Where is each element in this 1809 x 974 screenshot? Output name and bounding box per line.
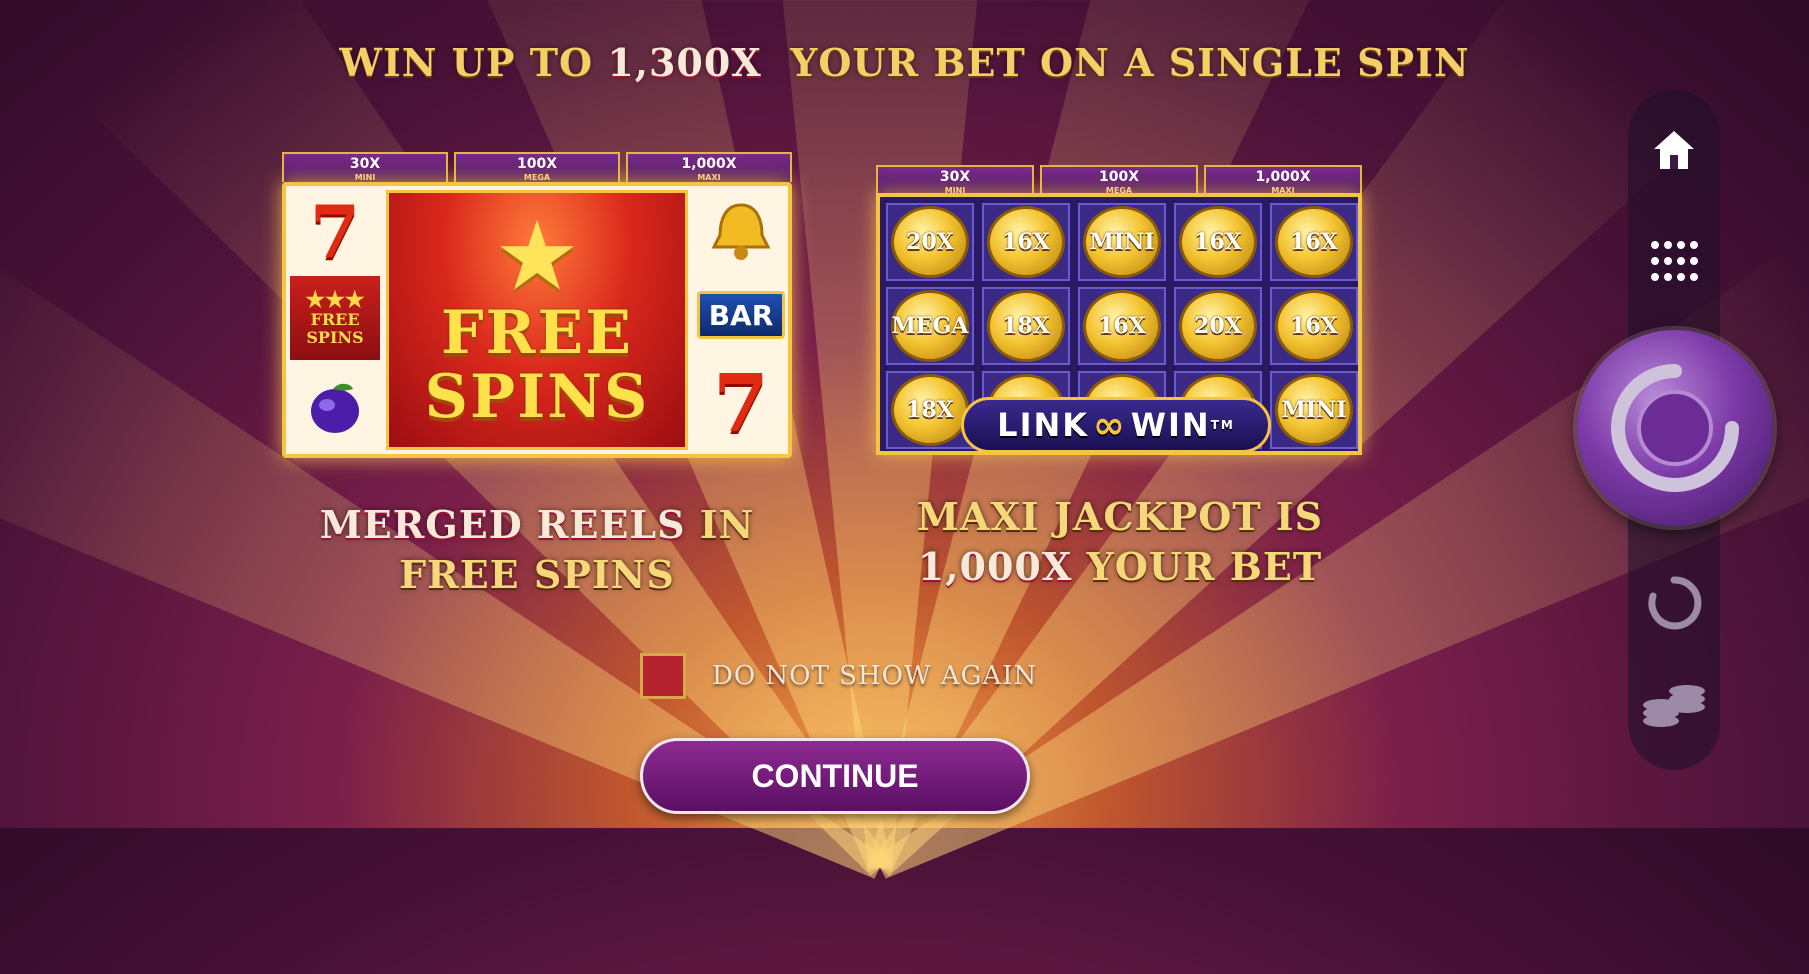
bell-icon (694, 190, 788, 274)
grid-cell: 16X (1270, 203, 1358, 281)
spin-button[interactable] (1577, 330, 1773, 526)
link-and-win-preview: 30X MINI 100X MEGA 1,000X MAXI 20X 16X M… (876, 165, 1362, 455)
coin: 16X (1179, 206, 1257, 278)
home-icon[interactable] (1628, 125, 1720, 175)
spins-label: SPINS (306, 328, 364, 347)
coin: 20X (1179, 290, 1257, 362)
grid-cell: MEGA (886, 287, 974, 365)
jackpot-mini-tab: 30X MINI (876, 165, 1034, 195)
coin: 16X (987, 206, 1065, 278)
grid-cell: 18X (886, 371, 974, 449)
plum-icon (290, 364, 380, 450)
grid-cell: 16X (1078, 287, 1166, 365)
menu-grid-icon[interactable] (1628, 236, 1720, 286)
headline: WIN UP TO 1,300X YOUR BET ON A SINGLE SP… (0, 40, 1809, 85)
grid-cell: 16X (1270, 287, 1358, 365)
jackpot-mega-tab: 100X MEGA (454, 152, 620, 182)
jackpot-maxi-tab: 1,000X MAXI (1204, 165, 1362, 195)
grid-cell: 16X (982, 203, 1070, 281)
grid-cell: 16X (1174, 203, 1262, 281)
free-spins-symbol-small: ★★★ FREE SPINS (290, 276, 380, 360)
coin: 20X (891, 206, 969, 278)
coin: 18X (987, 290, 1065, 362)
grid-cell: MINI (1078, 203, 1166, 281)
headline-pre: WIN UP TO (339, 40, 608, 85)
grid-cell: 18X (982, 287, 1070, 365)
reel-frame: 7 ★★★ FREE SPINS ★ FREE SPINS BAR 7 (282, 182, 792, 458)
coin: MINI (1275, 374, 1353, 446)
star-icon: ★ (493, 200, 581, 312)
free-label-big: FREE (441, 298, 633, 368)
jackpot-mini-tab: 30X MINI (282, 152, 448, 182)
jackpot-name: MAXI (697, 173, 721, 182)
free-spins-preview: 30X MINI 100X MEGA 1,000X MAXI 7 ★★★ FRE… (282, 152, 792, 458)
jackpot-name: MEGA (523, 173, 551, 182)
coin: 16X (1275, 206, 1353, 278)
jackpot-name: MINI (354, 173, 376, 182)
seven-symbol: 7 (309, 188, 361, 274)
coin: MINI (1083, 206, 1161, 278)
grid-cell: 20X (1174, 287, 1262, 365)
do-not-show-again[interactable]: DO NOT SHOW AGAIN (640, 652, 1037, 700)
coins-icon[interactable] (1628, 680, 1720, 730)
bar-label: BAR (697, 291, 785, 339)
caption-text: IN (685, 502, 755, 547)
star-icon: ★★★ (305, 287, 365, 313)
grid-cell: MINI (1270, 371, 1358, 449)
caption-text: YOUR BET (1072, 544, 1323, 589)
caption-highlight: MERGED REELS (319, 502, 686, 547)
logo-win-text: WIN (1130, 406, 1211, 444)
spins-label-big: SPINS (424, 362, 650, 432)
jackpot-maxi-tab: 1,000X MAXI (626, 152, 792, 182)
bar-symbol: BAR (696, 290, 786, 340)
jackpot-value: 1,000X (681, 156, 737, 172)
jackpot-value: 1,000X (1255, 169, 1311, 185)
logo-link-text: LINK (997, 406, 1090, 444)
do-not-show-checkbox[interactable] (640, 653, 686, 699)
autoplay-icon[interactable] (1628, 573, 1720, 633)
free-label: FREE (310, 310, 360, 329)
trademark: TM (1210, 418, 1235, 432)
jackpot-mega-tab: 100X MEGA (1040, 165, 1198, 195)
headline-highlight: 1,300X (607, 40, 762, 85)
jackpot-value: 30X (939, 169, 971, 185)
merged-reels-caption: MERGED REELS IN FREE SPINS (282, 500, 792, 600)
jackpot-value: 100X (1098, 169, 1140, 185)
coin: 18X (891, 374, 969, 446)
headline-post: YOUR BET ON A SINGLE SPIN (761, 40, 1470, 85)
link-and-win-logo: LINK ∞ WIN TM (961, 397, 1271, 453)
jackpot-value: 30X (349, 156, 381, 172)
coin: 16X (1083, 290, 1161, 362)
coin: MEGA (891, 290, 969, 362)
caption-text: MAXI JACKPOT IS (916, 494, 1324, 539)
continue-button[interactable]: CONTINUE (640, 738, 1030, 814)
jackpot-value: 100X (516, 156, 558, 172)
caption-highlight: 1,000X (917, 544, 1073, 589)
free-spins-merged-reel: ★ FREE SPINS (386, 190, 688, 450)
do-not-show-label[interactable]: DO NOT SHOW AGAIN (712, 661, 1037, 691)
seven-symbol: 7 (713, 356, 769, 450)
infinity-icon: ∞ (1093, 403, 1127, 447)
caption-text: FREE SPINS (399, 552, 675, 597)
grid-cell: 20X (886, 203, 974, 281)
maxi-jackpot-caption: MAXI JACKPOT IS 1,000X YOUR BET (880, 492, 1360, 592)
spin-arrow-icon (1611, 364, 1739, 492)
coin: 16X (1275, 290, 1353, 362)
